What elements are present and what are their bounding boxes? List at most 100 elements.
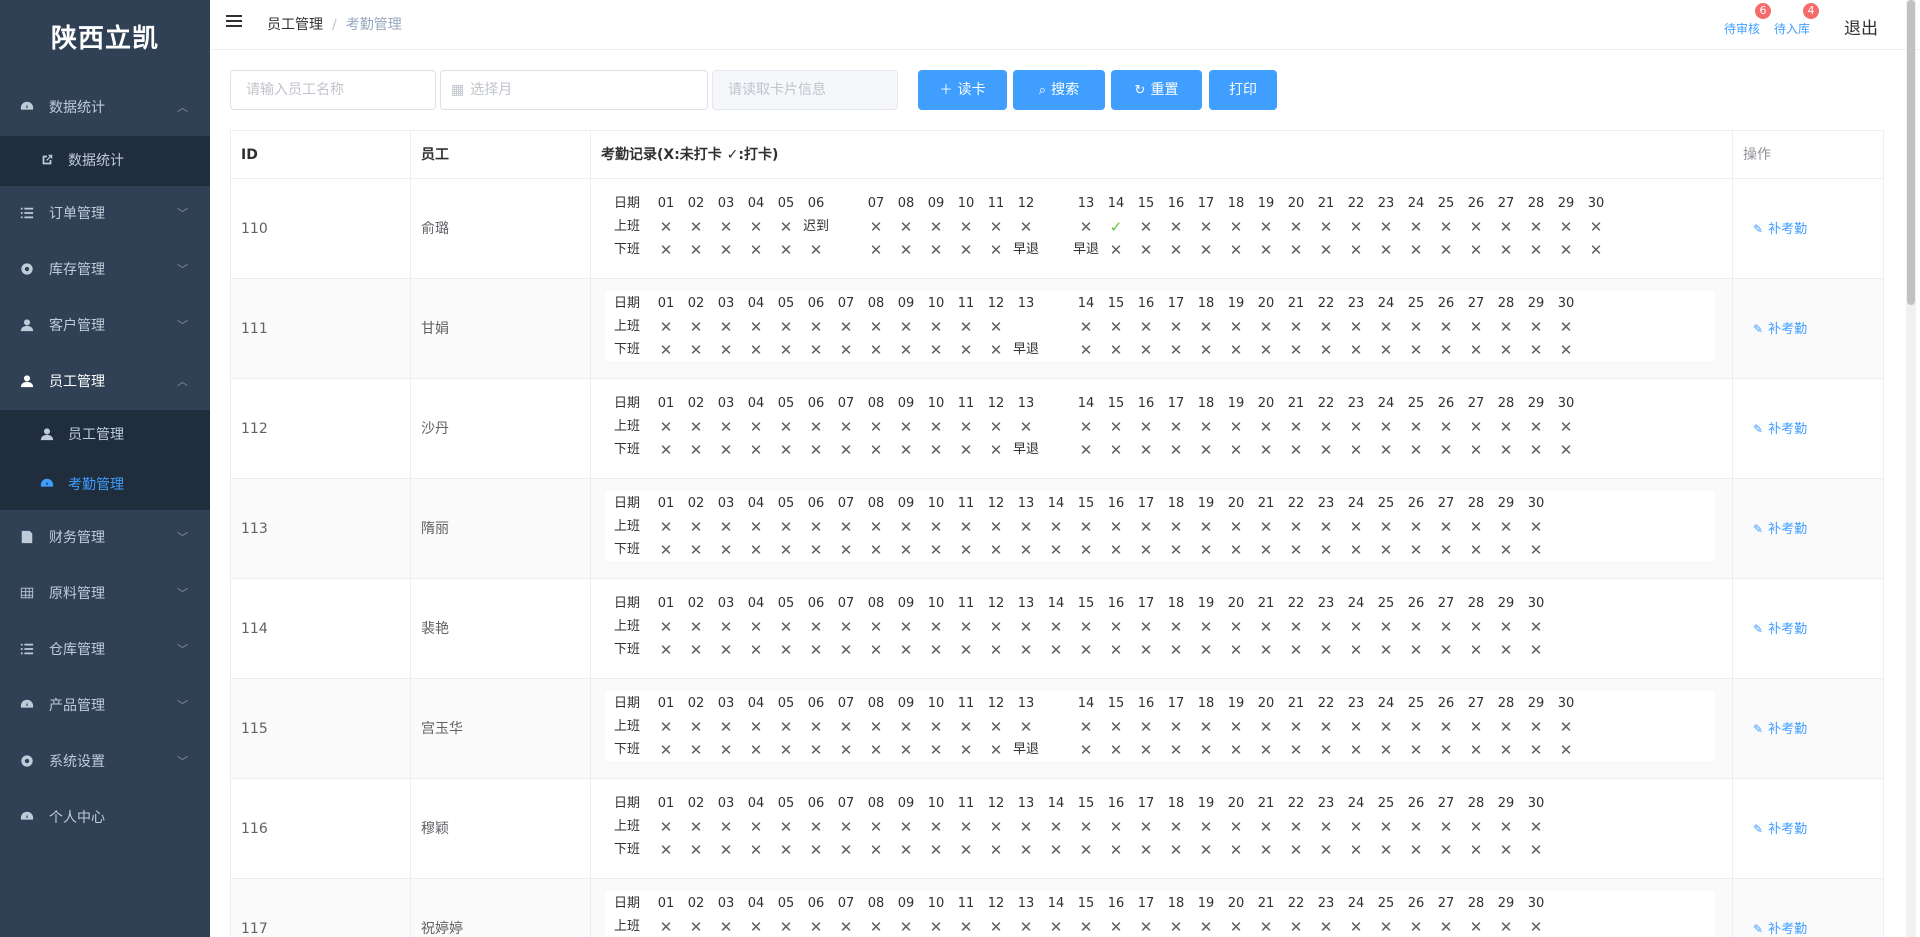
absent-mark: ✕ [1139, 841, 1153, 859]
row-label: 上班 [614, 519, 641, 534]
make-up-attendance-button[interactable]: ✎ 补考勤 [1753, 879, 1873, 937]
scrollbar-thumb[interactable] [1907, 0, 1915, 305]
logout-button[interactable]: 退出 [1844, 14, 1878, 39]
absent-mark: ✕ [869, 718, 883, 736]
card-info-input[interactable]: 请读取卡片信息 [712, 70, 898, 110]
absent-mark: ✕ [1079, 541, 1093, 559]
absent-mark: ✕ [869, 841, 883, 859]
day-label: 14 [1047, 796, 1065, 811]
absent-mark: ✕ [659, 418, 673, 436]
absent-mark: ✕ [1529, 518, 1543, 536]
day-label: 10 [927, 796, 945, 811]
absent-mark: ✕ [1559, 718, 1573, 736]
print-button[interactable]: 打印 [1209, 70, 1277, 110]
menu-customers[interactable]: 客户管理 ﹀ [0, 298, 210, 354]
menu-staff[interactable]: 员工管理 ︿ [0, 354, 210, 410]
make-up-attendance-button[interactable]: ✎ 补考勤 [1753, 179, 1873, 279]
submenu-data-stats[interactable]: 数据统计 [0, 136, 210, 186]
submenu-attendance[interactable]: 考勤管理 [0, 460, 210, 510]
absent-mark: ✕ [1319, 318, 1333, 336]
absent-mark: ✕ [779, 918, 793, 936]
pending-stock-link[interactable]: 待入库 [1774, 20, 1810, 37]
absent-mark: ✕ [1019, 418, 1033, 436]
status-label: 早退 [1012, 342, 1039, 357]
absent-mark: ✕ [1049, 841, 1063, 859]
submenu-label: 数据统计 [68, 153, 124, 169]
day-label: 23 [1317, 896, 1335, 911]
day-label: 23 [1347, 296, 1365, 311]
absent-mark: ✕ [1319, 341, 1333, 359]
menu-inventory[interactable]: 库存管理 ﹀ [0, 242, 210, 298]
day-label: 09 [897, 496, 915, 511]
absent-mark: ✕ [689, 341, 703, 359]
menu-products[interactable]: 产品管理 ﹀ [0, 678, 210, 734]
menu-orders[interactable]: 订单管理 ﹀ [0, 186, 210, 242]
cell-employee: 俞璐 [411, 179, 591, 279]
absent-mark: ✕ [1319, 241, 1333, 259]
employee-name-input[interactable]: 请输入员工名称 [230, 70, 436, 110]
day-label: 17 [1167, 396, 1185, 411]
day-label: 24 [1377, 696, 1395, 711]
make-up-attendance-button[interactable]: ✎ 补考勤 [1753, 279, 1873, 379]
menu-profile[interactable]: 个人中心 [0, 790, 210, 846]
dashboard-icon [20, 811, 34, 820]
reset-button[interactable]: ↻ 重置 [1111, 70, 1202, 110]
absent-mark: ✕ [899, 441, 913, 459]
absent-mark: ✕ [839, 518, 853, 536]
search-label: 搜索 [1051, 82, 1080, 98]
absent-mark: ✕ [1439, 218, 1453, 236]
menu-finance[interactable]: 财务管理 ﹀ [0, 510, 210, 566]
dashboard-icon [40, 478, 54, 487]
day-label: 12 [987, 496, 1005, 511]
absent-mark: ✕ [1529, 641, 1543, 659]
make-up-attendance-button[interactable]: ✎ 补考勤 [1753, 379, 1873, 479]
menu-settings[interactable]: 系统设置 ﹀ [0, 734, 210, 790]
pending-review-link[interactable]: 待审核 [1724, 20, 1760, 37]
absent-mark: ✕ [719, 518, 733, 536]
absent-mark: ✕ [1349, 818, 1363, 836]
absent-mark: ✕ [1199, 341, 1213, 359]
search-button[interactable]: ⌕ 搜索 [1013, 70, 1105, 110]
absent-mark: ✕ [1559, 218, 1573, 236]
absent-mark: ✕ [869, 441, 883, 459]
day-label: 01 [657, 796, 675, 811]
absent-mark: ✕ [1169, 618, 1183, 636]
page-scrollbar[interactable] [1906, 0, 1916, 937]
absent-mark: ✕ [809, 518, 823, 536]
make-up-attendance-button[interactable]: ✎ 补考勤 [1753, 679, 1873, 779]
make-up-attendance-button[interactable]: ✎ 补考勤 [1753, 479, 1873, 579]
absent-mark: ✕ [1499, 541, 1513, 559]
attendance-calendar: 日期 01 02 03 04 05 06 07 08 09 10 11 12 13 14 15 16 17 18 19… [605, 691, 1715, 761]
absent-mark: ✕ [929, 741, 943, 759]
day-label: 22 [1287, 496, 1305, 511]
day-label: 09 [927, 196, 945, 211]
row-label: 下班 [614, 542, 641, 557]
make-up-attendance-button[interactable]: ✎ 补考勤 [1753, 579, 1873, 679]
absent-mark: ✕ [1349, 341, 1363, 359]
submenu-staff[interactable]: 员工管理 [0, 410, 210, 460]
action-label: 补考勤 [1768, 822, 1808, 837]
read-card-button[interactable]: ＋ 读卡 [918, 70, 1007, 110]
absent-mark: ✕ [989, 818, 1003, 836]
day-label: 08 [867, 796, 885, 811]
day-label: 12 [987, 596, 1005, 611]
menu-materials[interactable]: 原料管理 ﹀ [0, 566, 210, 622]
absent-mark: ✕ [1529, 418, 1543, 436]
absent-mark: ✕ [1019, 218, 1033, 236]
cell-id: 117 [231, 879, 411, 937]
breadcrumb-home[interactable]: 员工管理 [267, 17, 323, 33]
menu-warehouse[interactable]: 仓库管理 ﹀ [0, 622, 210, 678]
month-picker[interactable]: ▦ 选择月 [440, 70, 708, 110]
menu-data-stats[interactable]: 数据统计 ︿ [0, 80, 210, 136]
absent-mark: ✕ [1349, 918, 1363, 936]
absent-mark: ✕ [899, 741, 913, 759]
absent-mark: ✕ [689, 718, 703, 736]
day-label: 02 [687, 396, 705, 411]
edit-icon: ✎ [1753, 522, 1764, 536]
day-label: 30 [1557, 296, 1575, 311]
absent-mark: ✕ [809, 741, 823, 759]
absent-mark: ✕ [929, 818, 943, 836]
make-up-attendance-button[interactable]: ✎ 补考勤 [1753, 779, 1873, 879]
day-label: 04 [747, 696, 765, 711]
hamburger-icon[interactable] [226, 15, 242, 31]
